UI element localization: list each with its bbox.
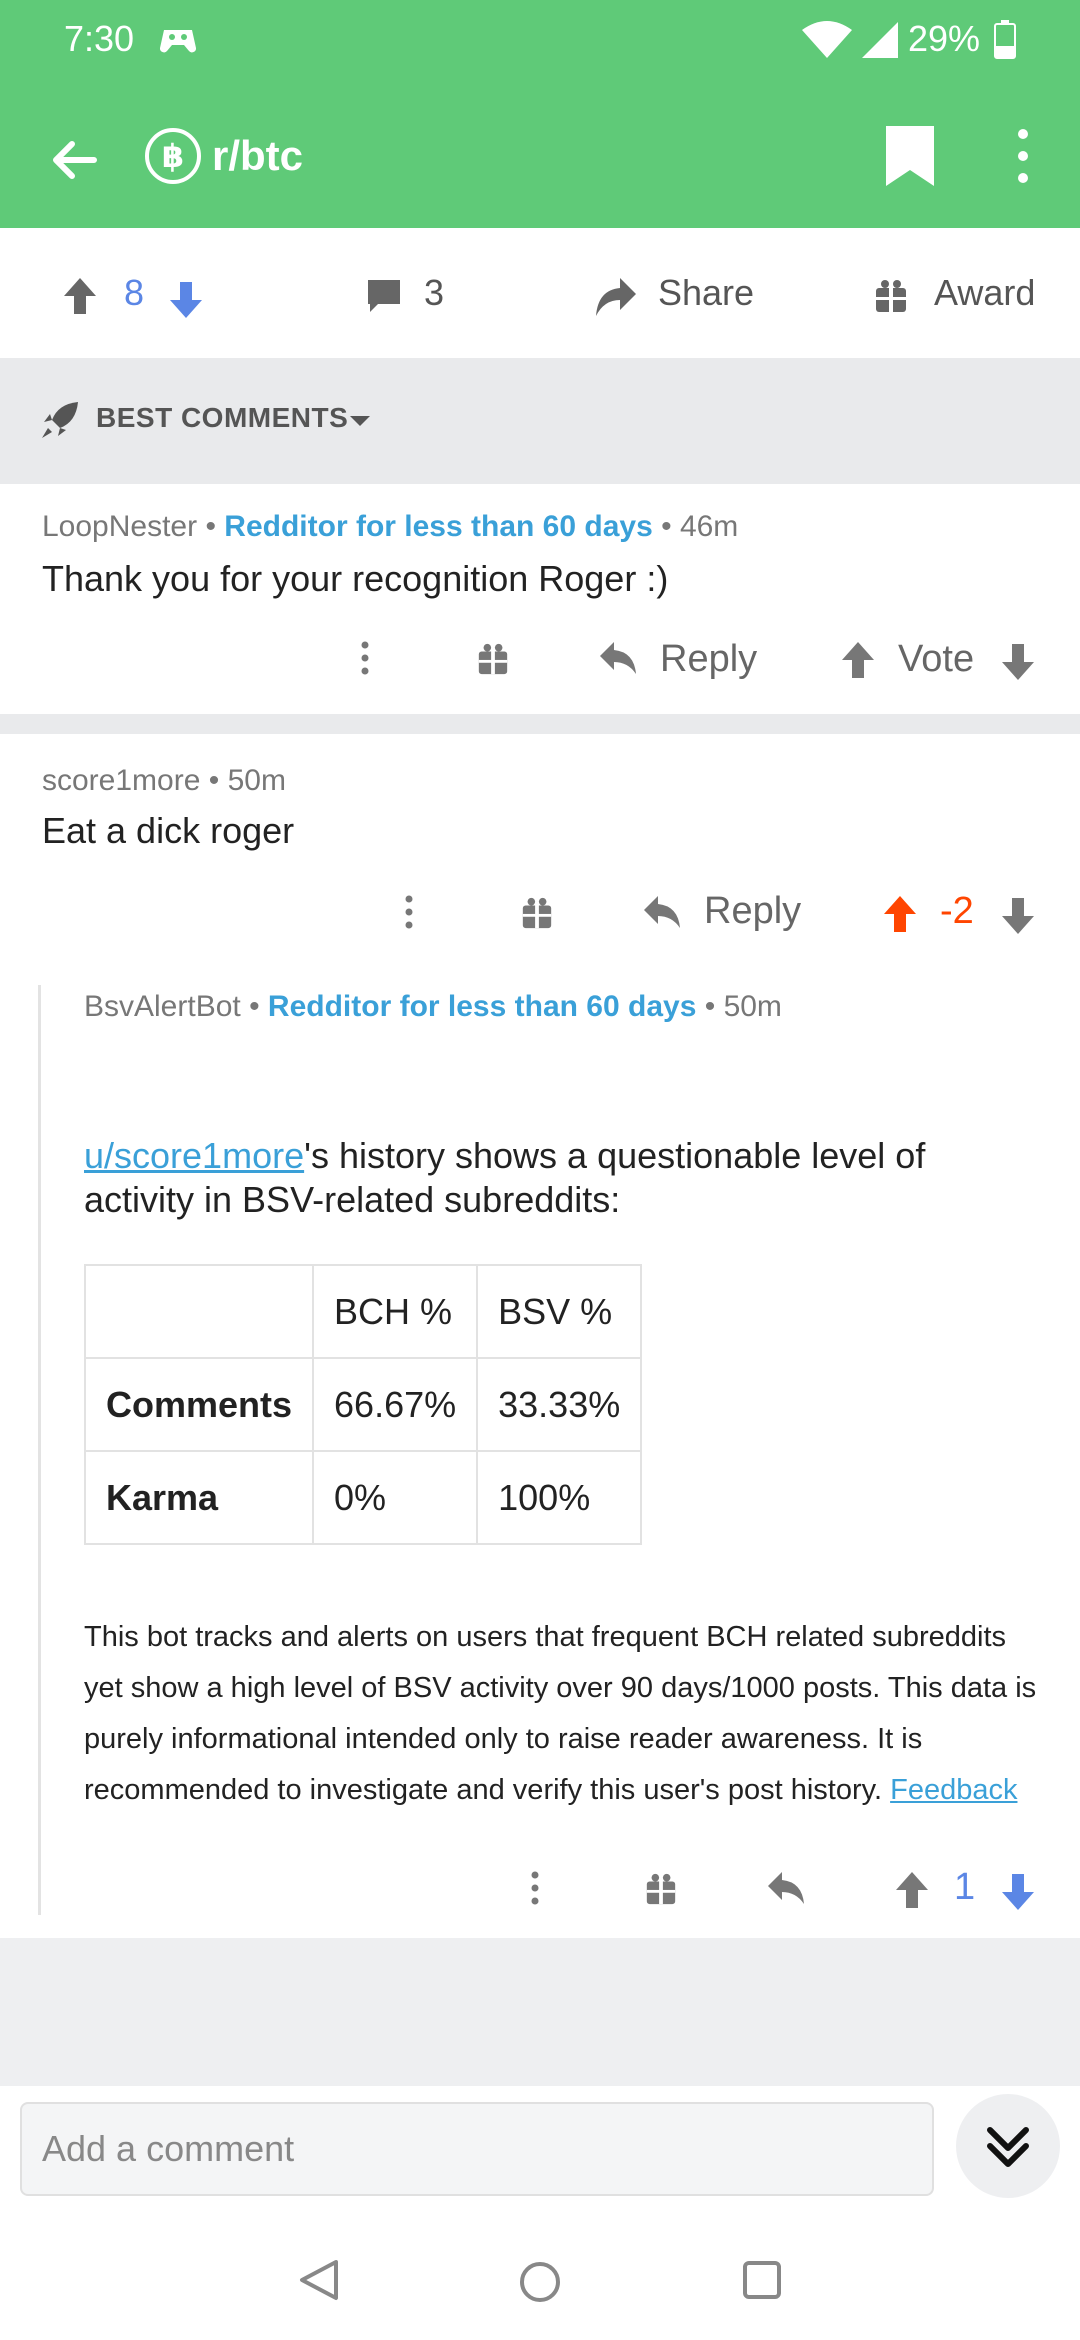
table-header: BSV % [476,1264,643,1359]
reply-button[interactable]: Reply [660,638,757,681]
reply-button[interactable]: Reply [704,890,801,933]
battery-percent: 29% [908,18,981,59]
upvote-icon[interactable] [894,1870,930,1910]
comment-count[interactable]: 3 [424,268,444,318]
table-row: Karma 0% 100% [83,1450,643,1545]
comment-composer [0,2086,1080,2216]
table-header-row: BCH % BSV % [83,1264,643,1359]
comment-author[interactable]: LoopNester [42,510,197,543]
vote-label: Vote [898,638,975,680]
comment-score: -2 [940,890,974,932]
comment-body: Eat a dick roger [42,810,295,851]
gift-icon[interactable] [520,896,554,930]
reply-icon[interactable] [598,640,638,676]
upvote-icon[interactable] [840,640,876,680]
comment-body: u/score1more's history shows a questiona… [84,1135,926,1220]
more-vert-icon[interactable] [402,894,416,930]
chevron-down-icon [350,416,370,426]
comment-meta: BsvAlertBot • Redditor for less than 60 … [84,990,782,1023]
share-button[interactable]: Share [658,268,754,318]
scroll-next-button[interactable] [956,2094,1060,2198]
signal-icon [862,22,898,58]
sort-label: BEST COMMENTS [96,402,349,433]
more-vert-icon[interactable] [358,640,372,676]
share-icon[interactable] [594,276,638,318]
reply-icon[interactable] [642,894,682,930]
post-score: 8 [124,272,145,313]
comment-meta: score1more • 50m [42,764,286,797]
more-vert-icon[interactable] [528,1870,542,1906]
comment-author[interactable]: score1more [42,764,200,797]
author-flair: Redditor for less than 60 days [224,510,653,543]
comment-meta: LoopNester • Redditor for less than 60 d… [42,510,739,543]
toolbar: ฿ r/btc [0,110,1080,200]
bookmark-icon[interactable] [884,124,936,188]
table-cell: 33.33% [476,1357,643,1452]
double-chevron-down-icon [987,2127,1029,2167]
battery-icon [994,20,1016,59]
status-time: 7:30 [64,18,135,59]
app-header: 7:30 29% ฿ r/btc [0,0,1080,228]
comment-age: 46m [679,510,739,543]
comment-body: Thank you for your recognition Roger :) [42,558,669,599]
system-nav-bar [0,2216,1080,2340]
bot-footnote: This bot tracks and alerts on users that… [84,1621,1037,1806]
gift-icon[interactable] [644,1872,678,1906]
activity-table: BCH % BSV % Comments 66.67% 33.33% Karma… [83,1264,643,1545]
upvote-icon[interactable] [882,894,918,934]
gift-icon[interactable] [476,642,510,676]
table-row-label: Karma [83,1450,315,1545]
more-vert-icon[interactable] [1008,124,1038,188]
comment-age: 50m [227,764,286,797]
award-button[interactable]: Award [934,268,1035,318]
nav-home-icon[interactable] [518,2260,562,2304]
table-row-label: Comments [83,1357,315,1452]
comment-age: 50m [723,990,782,1023]
table-cell: 0% [312,1450,479,1545]
sort-bar[interactable]: BEST COMMENTS [0,358,1080,484]
table-cell: 66.67% [312,1357,479,1452]
post-action-bar: 8 3 Share Award [0,228,1080,358]
author-flair: Redditor for less than 60 days [267,990,697,1023]
comment-input[interactable] [20,2102,934,2196]
back-arrow-icon[interactable] [44,130,104,190]
rocket-icon [42,402,78,438]
nav-back-icon[interactable] [298,2258,340,2302]
table-header: BCH % [312,1264,479,1359]
table-cell: 100% [476,1450,643,1545]
status-bar: 7:30 29% [0,0,1080,80]
gift-icon[interactable] [874,278,908,314]
nav-recents-icon[interactable] [742,2260,782,2300]
comment-bubble-icon[interactable] [364,278,404,316]
downvote-icon[interactable] [168,280,204,320]
comment: LoopNester • Redditor for less than 60 d… [0,484,1080,714]
wifi-icon [802,21,852,58]
empty-area [0,1938,1080,2086]
table-cell [83,1264,315,1359]
feedback-link[interactable]: Feedback [890,1774,1017,1806]
comment-score: 1 [954,1866,976,1908]
table-row: Comments 66.67% 33.33% [83,1357,643,1452]
subreddit-bitcoin-icon: ฿ [145,128,201,184]
reply-icon[interactable] [766,1870,806,1906]
downvote-icon[interactable] [1000,896,1036,936]
downvote-icon[interactable] [1000,642,1036,682]
downvote-icon[interactable] [1000,1872,1036,1912]
user-link[interactable]: u/score1more [84,1135,304,1176]
game-controller-icon [160,30,196,53]
thread-line [38,985,41,1915]
comment-author[interactable]: BsvAlertBot [84,990,241,1023]
upvote-icon[interactable] [62,276,98,316]
comment-divider [0,714,1080,734]
subreddit-title[interactable]: r/btc [212,128,303,184]
